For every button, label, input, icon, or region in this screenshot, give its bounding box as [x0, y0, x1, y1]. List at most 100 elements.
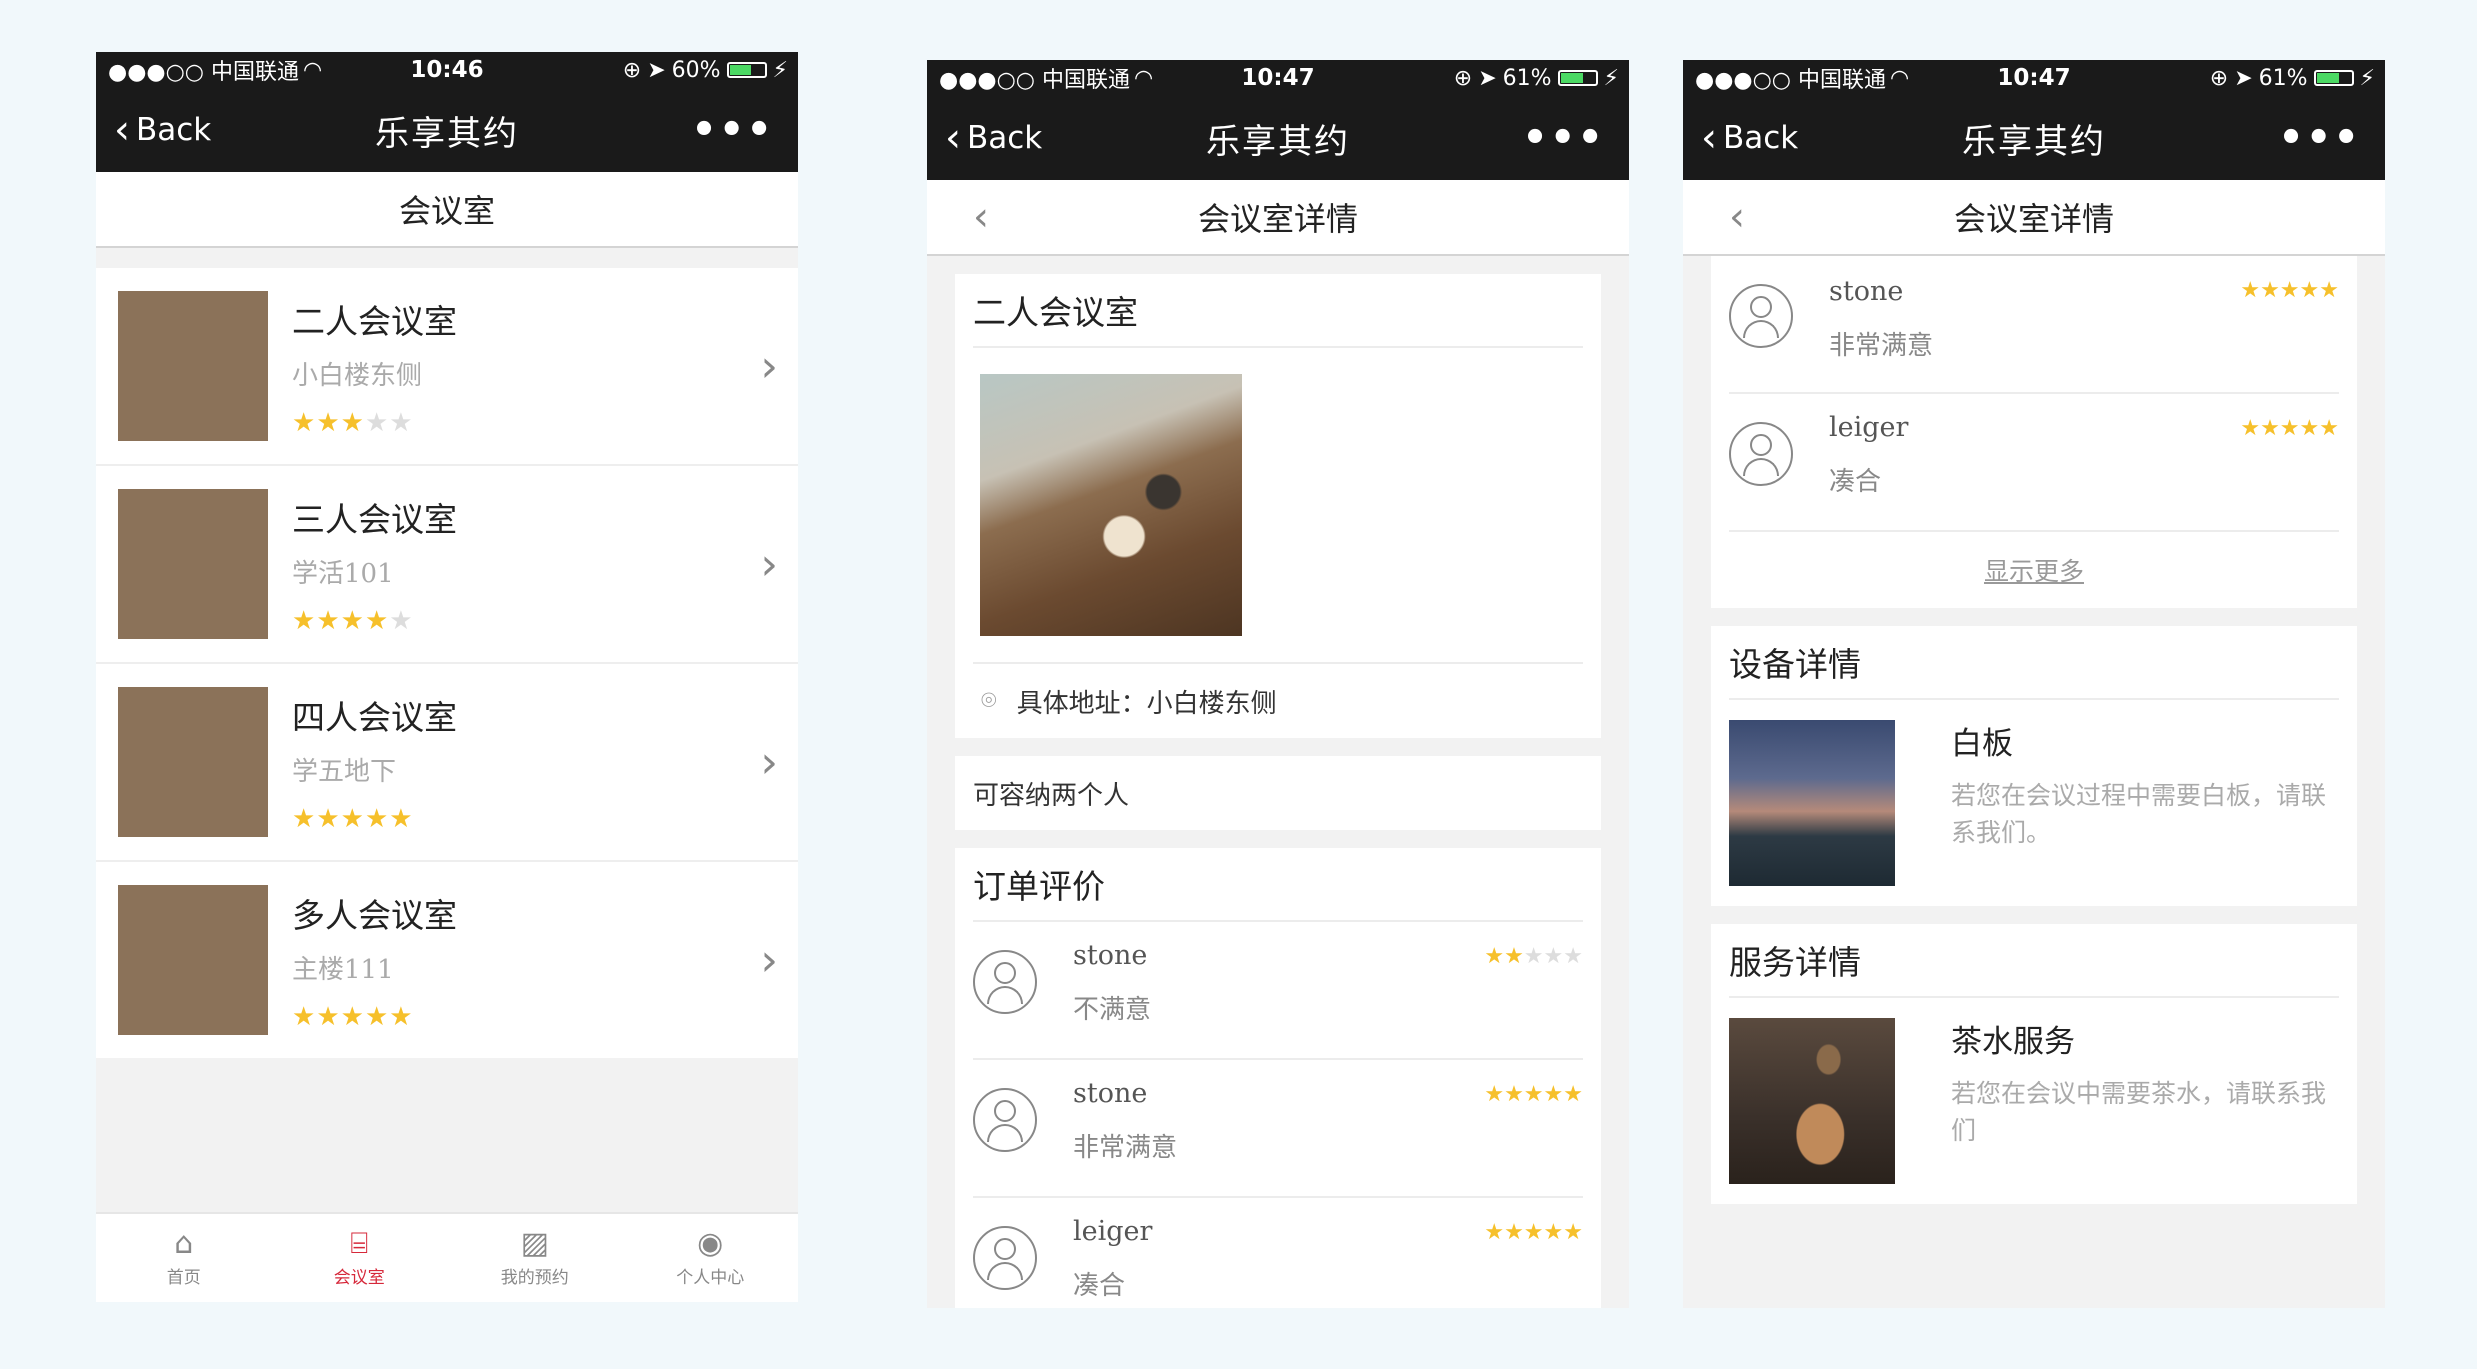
charging-icon: ⚡: [2359, 65, 2375, 91]
nav-bar: ‹ Back 乐享其约 •••: [96, 88, 798, 172]
capacity-text: 可容纳两个人: [973, 780, 1130, 811]
room-item[interactable]: 二人会议室 小白楼东侧 ★★★★★ ›: [96, 268, 798, 466]
service-image: [1729, 1018, 1895, 1184]
star-rating: ★★★★★: [1484, 1082, 1583, 1107]
carrier-label: ●●●○○ 中国联通: [1695, 68, 1886, 93]
star-filled-icon: ★: [364, 1001, 390, 1032]
review-item: stone 非常满意 ★★★★★: [973, 1060, 1583, 1198]
star-empty-icon: ★: [1543, 944, 1564, 969]
room-item[interactable]: 四人会议室 学五地下 ★★★★★ ›: [96, 664, 798, 862]
wifi-icon: ◠: [1889, 65, 1910, 91]
star-rating: ★★★★★: [1484, 1220, 1583, 1245]
chevron-right-icon: ›: [760, 340, 778, 392]
location-arrow-icon: ➤: [1478, 65, 1497, 91]
more-menu-button[interactable]: •••: [1522, 115, 1605, 161]
tab-home[interactable]: ⌂ 首页: [96, 1214, 272, 1302]
screen-room-detail: ●●●○○ 中国联通 ◠ 10:47 ⊕ ➤ 61% ⚡ ‹ Back 乐享其约…: [927, 60, 1629, 1308]
review-item: stone 非常满意 ★★★★★: [1729, 256, 2339, 394]
star-filled-icon: ★: [1484, 1220, 1505, 1245]
room-location: 学活101: [292, 558, 394, 589]
review-comment: 凑合: [1829, 467, 1882, 497]
equipment-card: 设备详情 白板 若您在会议过程中需要白板，请联系我们。: [1711, 626, 2357, 906]
page-title: 会议室详情: [1953, 200, 2114, 238]
star-filled-icon: ★: [340, 1001, 365, 1032]
back-button[interactable]: ‹ Back: [1701, 118, 1798, 158]
star-filled-icon: ★: [316, 605, 341, 636]
star-filled-icon: ★: [1523, 1082, 1544, 1107]
equipment-name: 白板: [1951, 726, 2013, 762]
battery-icon: [726, 62, 767, 78]
reviews-card: 订单评价 stone 不满意 ★★★★★ stone 非常满意 ★★★★★ le…: [955, 848, 1601, 1308]
tab-meeting-rooms[interactable]: ⌸ 会议室: [272, 1214, 448, 1302]
tab-label: 首页: [166, 1267, 201, 1288]
back-button[interactable]: ‹ Back: [945, 118, 1042, 158]
user-icon: ◉: [697, 1225, 724, 1261]
more-menu-button[interactable]: •••: [2278, 115, 2361, 161]
page-header: ‹ 会议室详情: [1683, 180, 2385, 256]
nav-bar: ‹ Back 乐享其约 •••: [927, 96, 1629, 180]
battery-icon: [1557, 70, 1598, 86]
star-filled-icon: ★: [292, 605, 317, 636]
star-filled-icon: ★: [389, 803, 414, 834]
star-filled-icon: ★: [1484, 1082, 1505, 1107]
room-item[interactable]: 三人会议室 学活101 ★★★★★ ›: [96, 466, 798, 664]
image-icon: ▨: [520, 1225, 549, 1261]
star-filled-icon: ★: [2260, 416, 2280, 441]
star-rating: ★★★★★: [1484, 944, 1583, 969]
room-location: 学五地下: [292, 756, 397, 787]
tab-profile[interactable]: ◉ 个人中心: [623, 1214, 799, 1302]
reviewer-name: stone: [1073, 940, 1148, 971]
room-location: 小白楼东侧: [292, 360, 423, 391]
star-filled-icon: ★: [316, 407, 341, 438]
chevron-left-icon[interactable]: ‹: [1729, 197, 1745, 237]
star-filled-icon: ★: [2319, 416, 2339, 441]
carrier-label: ●●●○○ 中国联通: [108, 60, 299, 85]
star-filled-icon: ★: [1504, 1082, 1524, 1107]
room-list: 二人会议室 小白楼东侧 ★★★★★ › 三人会议室 学活101 ★★★★★ › …: [96, 268, 798, 1058]
tab-label: 会议室: [333, 1267, 385, 1288]
room-item[interactable]: 多人会议室 主楼111 ★★★★★ ›: [96, 862, 798, 1058]
room-name: 多人会议室: [292, 895, 457, 935]
star-empty-icon: ★: [389, 605, 414, 636]
wifi-icon: ◠: [302, 57, 323, 83]
star-rating: ★★★★★: [292, 408, 457, 438]
room-name: 三人会议室: [292, 499, 457, 539]
app-header: ●●●○○ 中国联通 ◠ 10:47 ⊕ ➤ 61% ⚡ ‹ Back 乐享其约…: [927, 60, 1629, 180]
carrier-label: ●●●○○ 中国联通: [939, 68, 1130, 93]
review-comment: 凑合: [1073, 1271, 1126, 1301]
review-comment: 非常满意: [1073, 1133, 1178, 1163]
avatar-icon: [973, 950, 1037, 1014]
tab-label: 个人中心: [676, 1267, 745, 1288]
star-filled-icon: ★: [340, 605, 365, 636]
star-empty-icon: ★: [389, 407, 414, 438]
reviews-title: 订单评价: [973, 848, 1583, 922]
tab-label: 我的预约: [500, 1267, 569, 1288]
more-menu-button[interactable]: •••: [691, 107, 774, 153]
star-filled-icon: ★: [340, 407, 365, 438]
star-filled-icon: ★: [292, 1001, 317, 1032]
star-filled-icon: ★: [316, 1001, 341, 1032]
back-label: Back: [1723, 120, 1799, 156]
star-rating: ★★★★★: [2240, 278, 2339, 303]
screen-room-detail-scrolled: ●●●○○ 中国联通 ◠ 10:47 ⊕ ➤ 61% ⚡ ‹ Back 乐享其约…: [1683, 60, 2385, 1308]
star-filled-icon: ★: [1543, 1220, 1564, 1245]
chevron-right-icon: ›: [760, 736, 778, 788]
page-header: ‹ 会议室详情: [927, 180, 1629, 256]
battery-percent: 61%: [2258, 65, 2308, 91]
screen-room-list: ●●●○○ 中国联通 ◠ 10:46 ⊕ ➤ 60% ⚡ ‹ Back 乐享其约…: [96, 52, 798, 1302]
equipment-title: 设备详情: [1729, 626, 2339, 700]
room-name: 二人会议室: [973, 274, 1583, 348]
battery-icon: [2313, 70, 2354, 86]
star-filled-icon: ★: [364, 803, 390, 834]
location-arrow-icon: ➤: [647, 57, 666, 83]
star-filled-icon: ★: [1523, 1220, 1544, 1245]
back-button[interactable]: ‹ Back: [114, 110, 211, 150]
home-icon: ⌂: [174, 1225, 194, 1261]
chevron-left-icon[interactable]: ‹: [973, 197, 989, 237]
star-filled-icon: ★: [389, 1001, 414, 1032]
equipment-image: [1729, 720, 1895, 886]
show-more-link[interactable]: 显示更多: [1729, 532, 2339, 608]
service-name: 茶水服务: [1951, 1024, 2075, 1060]
address-text: 具体地址：小白楼东侧: [1016, 688, 1277, 719]
tab-my-bookings[interactable]: ▨ 我的预约: [447, 1214, 623, 1302]
